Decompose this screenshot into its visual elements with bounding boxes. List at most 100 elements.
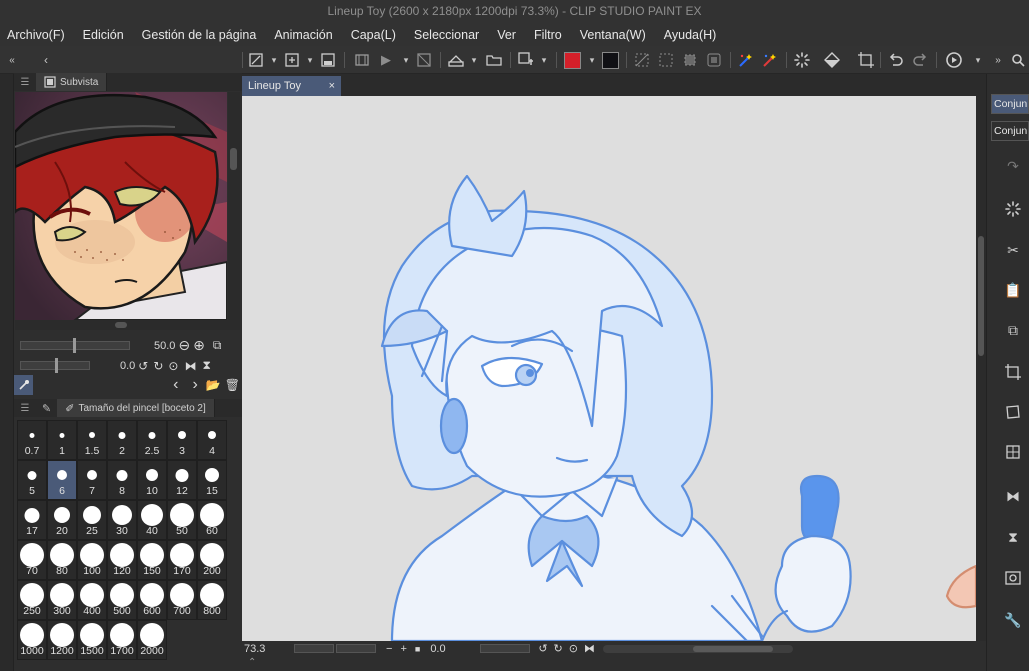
chevron-down-icon[interactable]: ▾ <box>582 50 602 70</box>
zoom-status[interactable]: 73.3 <box>244 643 294 655</box>
shrink-selection-icon[interactable] <box>704 50 724 70</box>
menu-ver[interactable]: Ver <box>497 28 516 42</box>
brush-size-option[interactable]: 400 <box>77 580 107 620</box>
brush-size-option[interactable]: 200 <box>197 540 227 580</box>
brush-size-option[interactable]: 300 <box>47 580 77 620</box>
angle-status[interactable]: 0.0 <box>430 643 480 655</box>
sub-color-swatch[interactable] <box>600 50 620 70</box>
panel-menu-icon[interactable]: ☰ <box>14 77 36 88</box>
auto-select-icon[interactable] <box>736 50 756 70</box>
undo-icon[interactable] <box>886 50 906 70</box>
chevron-left-icon[interactable]: ‹ <box>36 50 56 70</box>
brush-size-option[interactable]: 6 <box>47 460 77 500</box>
expand-selection-icon[interactable] <box>680 50 700 70</box>
open-icon[interactable] <box>282 50 302 70</box>
brush-size-option[interactable]: 10 <box>137 460 167 500</box>
brush-size-option[interactable]: 1700 <box>107 620 137 660</box>
brush-size-option[interactable]: 25 <box>77 500 107 540</box>
delete-image-icon[interactable]: 🗑 <box>225 378 240 392</box>
folder-icon[interactable] <box>484 50 504 70</box>
brush-size-option[interactable]: 17 <box>17 500 47 540</box>
layer-settings-icon[interactable] <box>516 50 536 70</box>
menu-capa[interactable]: Capa(L) <box>351 28 396 42</box>
zoom-status-slider-2[interactable] <box>336 644 376 653</box>
brush-size-option[interactable]: 500 <box>107 580 137 620</box>
collapse-right-icon[interactable]: » <box>988 50 1008 70</box>
vscrollbar-thumb[interactable] <box>978 236 984 356</box>
chevron-down-icon[interactable]: ▾ <box>264 50 284 70</box>
menu-animacion[interactable]: Animación <box>274 28 332 42</box>
redo-icon[interactable]: ↷ <box>1003 156 1023 176</box>
zoom-status-slider[interactable] <box>294 644 334 653</box>
redo-icon[interactable] <box>910 50 930 70</box>
scrollbar-thumb[interactable] <box>230 148 237 170</box>
menu-seleccionar[interactable]: Seleccionar <box>414 28 479 42</box>
pen-tab-icon[interactable]: ✎ <box>36 402 57 415</box>
rotate-left-icon[interactable]: ↺ <box>138 359 148 373</box>
hscrollbar-thumb[interactable] <box>115 322 127 328</box>
loading-spinner-icon[interactable] <box>792 50 812 70</box>
play-icon[interactable]: ▶ <box>376 50 396 70</box>
canvas-hscrollbar[interactable] <box>602 644 793 653</box>
search-icon[interactable] <box>1008 50 1028 70</box>
brush-size-option[interactable]: 2 <box>107 420 137 460</box>
menu-gestion-pagina[interactable]: Gestión de la página <box>142 28 257 42</box>
zoom-in-icon[interactable]: ⊕ <box>193 337 205 354</box>
brush-size-option[interactable]: 60 <box>197 500 227 540</box>
crop-icon[interactable] <box>856 50 876 70</box>
brush-size-option[interactable]: 800 <box>197 580 227 620</box>
brush-size-option[interactable]: 1000 <box>17 620 47 660</box>
brush-size-option[interactable]: 40 <box>137 500 167 540</box>
chevron-down-icon[interactable]: ▾ <box>534 50 554 70</box>
menu-ventana[interactable]: Ventana(W) <box>580 28 646 42</box>
film-icon[interactable] <box>352 50 372 70</box>
import-image-icon[interactable]: 📂 <box>206 378 221 392</box>
loading-spinner-icon[interactable] <box>1003 199 1023 219</box>
right-panel-tab-1[interactable]: Conjun <box>991 94 1029 114</box>
chevron-down-icon[interactable]: ▾ <box>464 50 484 70</box>
subview-scrollbar[interactable] <box>228 92 240 320</box>
cut-icon[interactable]: ✂ <box>1003 240 1023 260</box>
fill-icon[interactable] <box>822 50 842 70</box>
menu-ayuda[interactable]: Ayuda(H) <box>664 28 717 42</box>
next-image-icon[interactable]: › <box>192 376 197 394</box>
brush-size-option[interactable]: 20 <box>47 500 77 540</box>
flip-icon[interactable]: ⧓ <box>584 642 595 655</box>
save-icon[interactable] <box>318 50 338 70</box>
subview-image[interactable] <box>15 92 227 320</box>
brush-size-option[interactable]: 0.7 <box>17 420 47 460</box>
reset-rotate-icon[interactable]: ⊙ <box>168 359 178 373</box>
previous-image-icon[interactable]: ‹ <box>173 376 178 394</box>
brush-size-option[interactable]: 2.5 <box>137 420 167 460</box>
screenshot-icon[interactable] <box>1003 568 1023 588</box>
main-color-swatch[interactable] <box>562 50 582 70</box>
copy-icon[interactable]: ⧉ <box>1003 320 1023 340</box>
brush-size-option[interactable]: 3 <box>167 420 197 460</box>
menu-archivo[interactable]: Archivo(F) <box>7 28 65 42</box>
brush-size-option[interactable]: 700 <box>167 580 197 620</box>
invert-selection-icon[interactable] <box>656 50 676 70</box>
fit-icon[interactable]: ⧉ <box>213 338 222 353</box>
brush-size-tab[interactable]: ✐ Tamaño del pincel [boceto 2] <box>57 399 215 417</box>
brush-size-option[interactable]: 100 <box>77 540 107 580</box>
subview-tab[interactable]: Subvista <box>36 73 108 91</box>
right-panel-tab-2[interactable]: Conjun <box>991 121 1029 141</box>
mesh-transform-icon[interactable] <box>1003 442 1023 462</box>
wrench-icon[interactable]: 🔧 <box>1003 610 1023 630</box>
menu-filtro[interactable]: Filtro <box>534 28 562 42</box>
chevron-down-icon[interactable]: ▾ <box>300 50 320 70</box>
crop-icon[interactable] <box>1003 362 1023 382</box>
angle-status-slider[interactable] <box>480 644 531 653</box>
panel-menu-icon[interactable]: ☰ <box>14 403 36 414</box>
brush-size-option[interactable]: 1500 <box>77 620 107 660</box>
paste-icon[interactable]: 📋 <box>1003 280 1023 300</box>
brush-size-option[interactable]: 1 <box>47 420 77 460</box>
brush-size-option[interactable]: 150 <box>137 540 167 580</box>
close-icon[interactable]: × <box>329 80 335 92</box>
deselect-icon[interactable] <box>632 50 652 70</box>
brush-size-option[interactable]: 600 <box>137 580 167 620</box>
brush-size-option[interactable]: 170 <box>167 540 197 580</box>
flip-vertical-icon[interactable]: ⧗ <box>202 358 210 373</box>
new-document-icon[interactable] <box>246 50 266 70</box>
auto-select-ref-icon[interactable] <box>760 50 780 70</box>
